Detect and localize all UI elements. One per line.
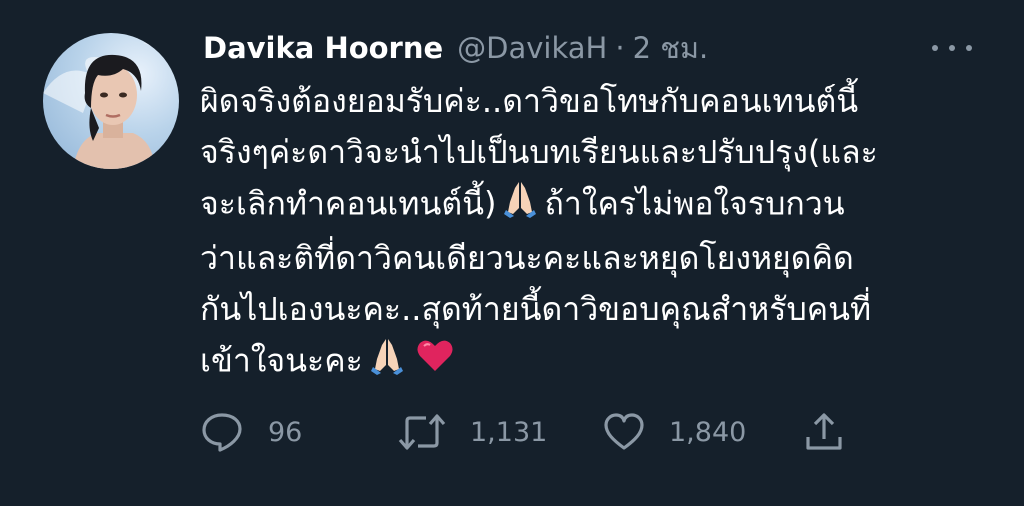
red-heart-icon xyxy=(415,335,455,390)
user-handle[interactable]: @DavikaH xyxy=(457,31,607,65)
like-icon xyxy=(603,412,645,452)
reply-icon xyxy=(200,411,244,453)
more-icon[interactable] xyxy=(932,36,972,60)
retweet-icon xyxy=(398,411,446,453)
share-button[interactable] xyxy=(804,408,844,456)
timestamp[interactable]: 2 ชม. xyxy=(633,25,709,71)
avatar-image xyxy=(43,33,179,169)
reply-count: 96 xyxy=(268,416,303,448)
share-icon xyxy=(804,411,844,453)
tweet-line: จะเลิกทำคอนเทนต์นี้) ถ้าใครไม่พอใจรบกวน xyxy=(200,178,1000,233)
tweet-line: เข้าใจนะคะ xyxy=(200,335,1000,390)
reply-button[interactable]: 96 xyxy=(200,408,302,456)
retweet-button[interactable]: 1,131 xyxy=(398,408,547,456)
tweet-header: Davika Hoorne @DavikaH · 2 ชม. xyxy=(203,26,708,70)
like-button[interactable]: 1,840 xyxy=(603,408,746,456)
tweet-line: ผิดจริงต้องยอมรับค่ะ..ดาวิขอโทษกับคอนเทน… xyxy=(200,82,859,120)
like-count: 1,840 xyxy=(669,416,747,448)
avatar[interactable] xyxy=(43,33,179,169)
tweet-line-part: จะเลิกทำคอนเทนต์นี้) xyxy=(200,184,497,223)
tweet-text: ผิดจริงต้องยอมรับค่ะ..ดาวิขอโทษกับคอนเทน… xyxy=(200,76,1000,390)
tweet-line: ว่าและติที่ดาวิคนเดียวนะคะและหยุดโยงหยุด… xyxy=(200,239,854,277)
folded-hands-icon xyxy=(500,178,540,233)
action-bar: 96 1,131 1,840 xyxy=(200,408,860,456)
tweet-line: กันไปเองนะคะ..สุดท้ายนี้ดาวิขอบคุณสำหรับ… xyxy=(200,290,872,328)
display-name[interactable]: Davika Hoorne xyxy=(203,31,443,65)
tweet-line: จริงๆค่ะดาวิจะนำไปเป็นบทเรียนและปรับปรุง… xyxy=(200,133,878,171)
tweet: Davika Hoorne @DavikaH · 2 ชม. ผิดจริงต้… xyxy=(0,0,1024,506)
tweet-line-part: เข้าใจนะคะ xyxy=(200,341,363,380)
retweet-count: 1,131 xyxy=(470,416,548,448)
folded-hands-icon xyxy=(367,335,407,390)
tweet-line-part: ถ้าใครไม่พอใจรบกวน xyxy=(544,184,845,223)
separator-dot: · xyxy=(615,31,625,65)
